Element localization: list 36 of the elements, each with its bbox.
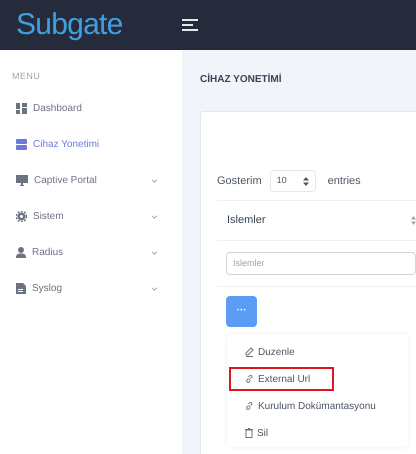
link-icon <box>245 374 254 384</box>
settings-icon <box>16 211 27 222</box>
user-icon <box>16 247 26 258</box>
length-select[interactable]: 10 <box>270 170 316 192</box>
menu-item[interactable]: External Url <box>229 367 334 391</box>
actions-button[interactable]: ··· <box>226 296 257 326</box>
page-title: CİHAZ YONETİMİ <box>200 72 282 87</box>
chevron-icon[interactable] <box>151 286 158 290</box>
sidebar-item[interactable]: Captive Portal <box>16 173 97 188</box>
link-icon <box>245 402 254 410</box>
dashboard-icon <box>16 103 27 114</box>
sidebar-item[interactable]: Syslog <box>16 281 62 296</box>
chevron-icon[interactable] <box>151 250 158 254</box>
server-icon <box>16 139 27 150</box>
sort-icon <box>302 176 309 186</box>
monitor-icon <box>16 175 28 186</box>
logo[interactable]: Subgate <box>16 10 123 40</box>
sidebar-item[interactable]: Sistem <box>16 209 64 224</box>
document-icon <box>16 283 26 294</box>
edit-icon <box>245 347 254 357</box>
menu-heading: MENU <box>11 70 42 83</box>
menu-icon[interactable] <box>182 18 198 32</box>
menu-item[interactable]: Duzenle <box>229 340 319 364</box>
chevron-icon[interactable] <box>151 214 158 218</box>
sort-icon[interactable] <box>411 216 416 225</box>
sidebar-item[interactable]: Radius <box>16 245 64 260</box>
chevron-icon[interactable] <box>151 178 158 182</box>
filter-field[interactable]: Islemler <box>226 252 416 274</box>
menu-item[interactable]: Kurulum Dokümantasyonu <box>229 394 400 418</box>
length-label: Gosterim <box>217 174 262 189</box>
column-header[interactable]: Islemler <box>227 212 266 229</box>
menu-item[interactable]: Sil <box>229 421 292 445</box>
sidebar-item[interactable]: Dashboard <box>16 101 82 116</box>
length-suffix: entries <box>328 174 361 189</box>
trash-icon <box>245 428 253 438</box>
sidebar-item[interactable]: Cihaz Yonetimi <box>16 137 100 152</box>
